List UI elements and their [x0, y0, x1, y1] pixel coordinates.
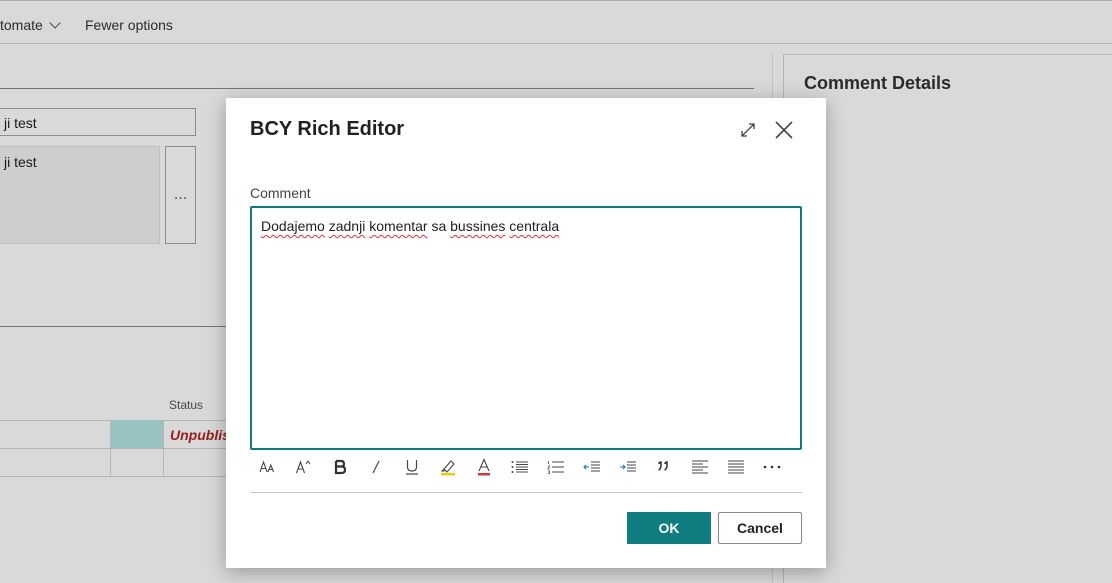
italic-icon[interactable]	[358, 454, 394, 480]
align-justify-icon[interactable]	[718, 454, 754, 480]
numbered-list-icon[interactable]	[538, 454, 574, 480]
quote-icon[interactable]	[646, 454, 682, 480]
bullet-list-icon[interactable]	[502, 454, 538, 480]
comment-word: bussines	[450, 218, 506, 234]
comment-editor[interactable]: Dodajemo zadnji komentar sa bussines cen…	[250, 206, 802, 450]
expand-icon[interactable]	[738, 120, 758, 140]
dialog-title: BCY Rich Editor	[250, 118, 405, 140]
ok-button[interactable]: OK	[627, 512, 711, 544]
font-color-icon[interactable]	[466, 454, 502, 480]
bold-icon[interactable]	[322, 454, 358, 480]
comment-word: Dodajemo	[261, 218, 325, 234]
increase-indent-icon[interactable]	[610, 454, 646, 480]
more-options-icon[interactable]	[754, 454, 790, 480]
highlight-icon[interactable]	[430, 454, 466, 480]
comment-word: centrala	[509, 218, 560, 234]
comment-label: Comment	[250, 185, 311, 201]
cancel-button[interactable]: Cancel	[718, 512, 802, 544]
comment-word: sa	[431, 218, 447, 234]
superscript-font-icon[interactable]	[286, 454, 322, 480]
comment-word: komentar	[369, 218, 428, 234]
align-left-icon[interactable]	[682, 454, 718, 480]
rich-editor-dialog: BCY Rich Editor Comment Dodajemo zadnji …	[226, 98, 826, 568]
close-icon[interactable]	[772, 118, 796, 142]
toolbar-divider	[250, 492, 802, 493]
formatting-toolbar	[250, 454, 802, 480]
decrease-indent-icon[interactable]	[574, 454, 610, 480]
underline-icon[interactable]	[394, 454, 430, 480]
comment-word: zadnji	[328, 218, 366, 234]
font-size-icon[interactable]	[250, 454, 286, 480]
